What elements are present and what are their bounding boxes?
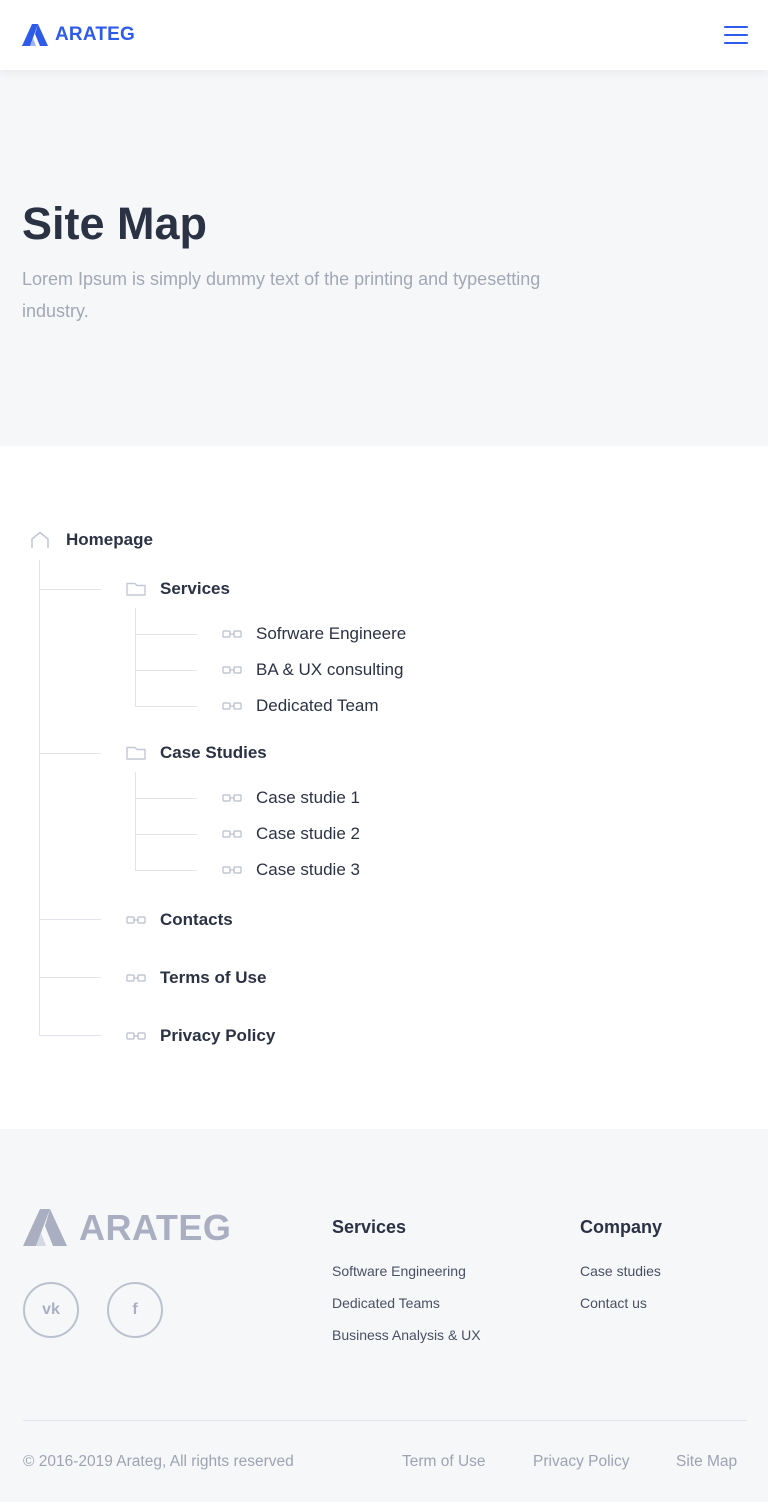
- sitemap-item-contacts[interactable]: Contacts: [126, 908, 233, 932]
- tree-connector: [39, 753, 101, 754]
- link-icon: [222, 791, 242, 805]
- sitemap-item-label: Terms of Use: [160, 968, 267, 987]
- arateg-logo-icon: [23, 1209, 67, 1246]
- sitemap-item-label: Case studie 3: [256, 860, 360, 879]
- tree-connector: [135, 798, 197, 799]
- hamburger-menu-icon[interactable]: [724, 26, 748, 44]
- link-icon: [222, 863, 242, 877]
- sitemap-item-case-studie-1[interactable]: Case studie 1: [222, 786, 360, 810]
- header-logo[interactable]: ARATEG: [22, 24, 135, 46]
- sitemap-item-ba-ux-consulting[interactable]: BA & UX consulting: [222, 658, 403, 682]
- link-icon: [126, 1029, 146, 1043]
- sitemap-item-dedicated-team[interactable]: Dedicated Team: [222, 694, 379, 718]
- sitemap-item-privacy-policy[interactable]: Privacy Policy: [126, 1024, 275, 1048]
- tree-connector: [39, 919, 101, 920]
- footer-logo-text: ARATEG: [79, 1207, 232, 1248]
- footer-company-column: Company Case studies Contact us: [580, 1215, 662, 1319]
- footer-link-privacy-policy[interactable]: Privacy Policy: [533, 1450, 629, 1474]
- vk-icon[interactable]: vk: [23, 1282, 79, 1338]
- sitemap-item-case-studies[interactable]: Case Studies: [126, 741, 267, 765]
- footer-link-site-map[interactable]: Site Map: [676, 1450, 737, 1474]
- page-description: Lorem Ipsum is simply dummy text of the …: [22, 269, 541, 321]
- link-icon: [222, 627, 242, 641]
- site-footer: ARATEG vk f Services Software Engineerin…: [0, 1129, 768, 1502]
- sitemap-item-homepage[interactable]: Homepage: [30, 528, 153, 552]
- footer-link-contact-us[interactable]: Contact us: [580, 1287, 662, 1319]
- tree-connector: [135, 772, 136, 871]
- sitemap-item-case-studie-2[interactable]: Case studie 2: [222, 822, 360, 846]
- sitemap-item-label: Contacts: [160, 910, 233, 929]
- footer-link-business-analysis[interactable]: Business Analysis & UX: [332, 1319, 481, 1351]
- link-icon: [222, 663, 242, 677]
- arateg-logo-icon: [22, 24, 48, 46]
- tree-connector: [135, 834, 197, 835]
- tree-connector: [135, 634, 197, 635]
- footer-divider: [23, 1420, 747, 1421]
- sitemap-item-label: Privacy Policy: [160, 1026, 276, 1045]
- sitemap-item-label: Dedicated Team: [256, 696, 379, 715]
- tree-connector: [135, 870, 197, 871]
- footer-logo[interactable]: ARATEG: [23, 1209, 231, 1246]
- footer-company-heading: Company: [580, 1217, 663, 1237]
- hero-section: Site Map Lorem Ipsum is simply dummy tex…: [0, 70, 768, 446]
- tree-connector: [39, 560, 40, 1036]
- copyright-text: © 2016-2019 Arateg, All rights reserved: [23, 1453, 294, 1470]
- footer-link-dedicated-teams[interactable]: Dedicated Teams: [332, 1287, 481, 1319]
- logo-text: ARATEG: [55, 24, 136, 45]
- sitemap-item-label: BA & UX consulting: [256, 660, 404, 679]
- sitemap-item-label: Case studie 2: [256, 824, 360, 843]
- folder-icon: [126, 582, 146, 596]
- folder-icon: [126, 746, 146, 760]
- sitemap-item-label: Case studie 1: [256, 788, 360, 807]
- footer-services-column: Services Software Engineering Dedicated …: [332, 1215, 481, 1351]
- tree-connector: [135, 670, 197, 671]
- link-icon: [222, 699, 242, 713]
- facebook-icon[interactable]: f: [107, 1282, 163, 1338]
- site-header: ARATEG: [0, 0, 768, 70]
- sitemap-tree: Homepage Services Sofrware Engineere BA …: [0, 446, 768, 1129]
- footer-services-heading: Services: [332, 1217, 407, 1237]
- footer-link-software-engineering[interactable]: Software Engineering: [332, 1255, 481, 1287]
- link-icon: [126, 913, 146, 927]
- sitemap-item-case-studie-3[interactable]: Case studie 3: [222, 858, 360, 882]
- sitemap-item-software-engineering[interactable]: Sofrware Engineere: [222, 622, 406, 646]
- tree-connector: [135, 706, 197, 707]
- link-icon: [222, 827, 242, 841]
- tree-connector: [39, 589, 101, 590]
- home-icon: [30, 531, 50, 549]
- page-title: Site Map: [22, 198, 208, 249]
- link-icon: [126, 971, 146, 985]
- tree-connector: [39, 1035, 101, 1036]
- footer-link-term-of-use[interactable]: Term of Use: [402, 1450, 486, 1474]
- sitemap-item-label: Sofrware Engineere: [256, 624, 407, 643]
- sitemap-item-label: Case Studies: [160, 743, 267, 762]
- sitemap-item-label: Services: [160, 579, 230, 598]
- tree-connector: [135, 608, 136, 707]
- sitemap-item-label: Homepage: [66, 530, 153, 549]
- sitemap-item-terms-of-use[interactable]: Terms of Use: [126, 966, 266, 990]
- sitemap-item-services[interactable]: Services: [126, 577, 230, 601]
- footer-link-case-studies[interactable]: Case studies: [580, 1255, 662, 1287]
- tree-connector: [39, 977, 101, 978]
